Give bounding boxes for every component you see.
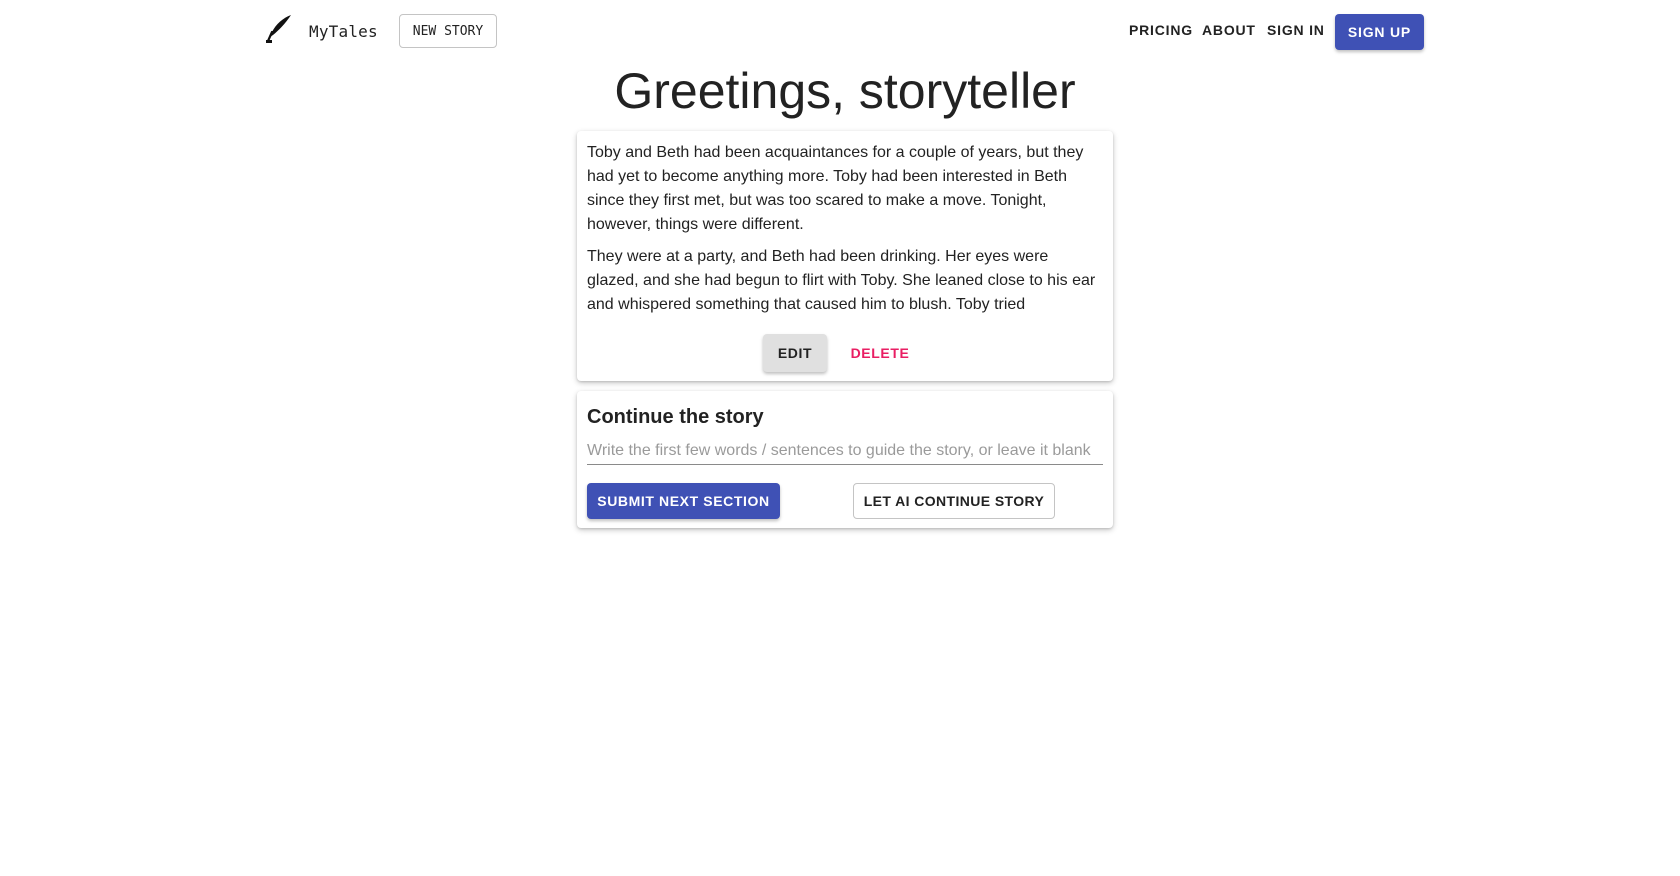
nav-about-link[interactable]: ABOUT [1202,22,1256,38]
story-paragraph: They were at a party, and Beth had been … [587,248,1096,313]
delete-button[interactable]: DELETE [847,334,913,372]
let-ai-continue-button[interactable]: LET AI CONTINUE STORY [853,483,1055,519]
top-bar: MyTales NEW STORY PRICING ABOUT SIGN IN … [0,0,1680,64]
story-prompt-input[interactable] [587,438,1103,465]
story-paragraph: Toby and Beth had been acquaintances for… [587,144,1084,233]
nav-pricing-link[interactable]: PRICING [1129,22,1193,38]
new-story-button[interactable]: NEW STORY [399,14,497,48]
app-name[interactable]: MyTales [309,22,378,41]
sign-up-button[interactable]: SIGN UP [1335,14,1424,50]
nav-sign-in-link[interactable]: SIGN IN [1267,22,1325,38]
continue-story-card: Continue the story SUBMIT NEXT SECTION L… [577,391,1113,528]
feather-quill-icon[interactable] [265,14,293,44]
story-actions: EDIT DELETE [577,334,1113,372]
story-card: Toby and Beth had been acquaintances for… [577,131,1113,381]
page-title: Greetings, storyteller [614,63,1076,119]
submit-next-section-button[interactable]: SUBMIT NEXT SECTION [587,483,780,519]
edit-button[interactable]: EDIT [763,334,827,372]
continue-story-heading: Continue the story [587,406,764,428]
